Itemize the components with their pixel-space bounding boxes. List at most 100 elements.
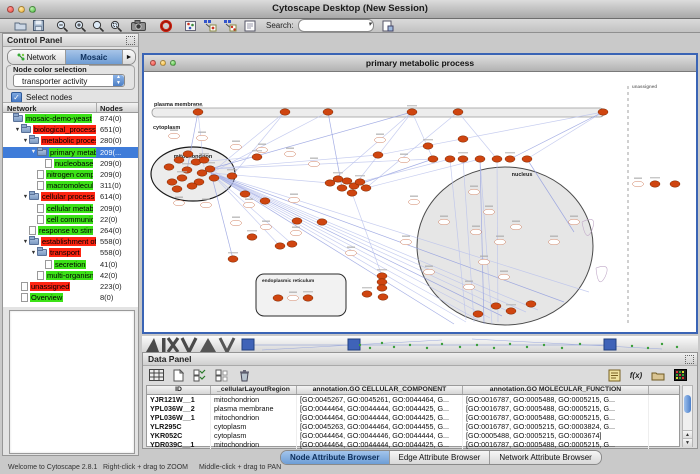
graph-node[interactable] bbox=[505, 156, 515, 162]
graph-node[interactable] bbox=[275, 243, 285, 249]
graph-node[interactable] bbox=[303, 295, 313, 301]
annotation-icon[interactable] bbox=[244, 19, 256, 32]
import-network-icon[interactable] bbox=[184, 19, 197, 32]
unselect-attributes-icon[interactable] bbox=[213, 368, 231, 383]
graph-node[interactable] bbox=[473, 311, 483, 317]
import-edge-attributes-icon[interactable] bbox=[223, 19, 237, 32]
tree-row[interactable]: mosaic-demo-yeast874(0) bbox=[3, 113, 138, 124]
network-canvas[interactable]: plasma membrane cytoplasm mitochondrion … bbox=[144, 72, 696, 332]
graph-node[interactable] bbox=[598, 109, 608, 115]
graph-node[interactable] bbox=[333, 176, 343, 182]
scroll-down-icon[interactable]: ▼ bbox=[683, 438, 692, 447]
birdseye-view[interactable] bbox=[9, 310, 135, 454]
graph-node[interactable] bbox=[362, 291, 372, 297]
tree-row[interactable]: ▼metabolic process280(0) bbox=[3, 135, 138, 146]
graph-node[interactable] bbox=[177, 175, 187, 181]
graph-node[interactable] bbox=[323, 109, 333, 115]
expand-arrow-icon[interactable]: ▼ bbox=[30, 149, 37, 155]
graph-node[interactable] bbox=[377, 273, 387, 279]
graph-node[interactable] bbox=[167, 179, 177, 185]
column-header[interactable]: ID bbox=[147, 386, 211, 394]
graph-node[interactable] bbox=[361, 185, 371, 191]
expand-arrow-icon[interactable]: ▼ bbox=[14, 127, 21, 133]
graph-node[interactable] bbox=[172, 186, 182, 192]
import-expression-matrix-icon[interactable] bbox=[382, 19, 394, 32]
table-row[interactable]: YDR039C__1mitochondrion[GO:0044464, GO:0… bbox=[147, 440, 679, 449]
expand-arrow-icon[interactable]: ▼ bbox=[22, 239, 29, 245]
scrollbar-thumb[interactable] bbox=[684, 395, 691, 413]
tab-network[interactable]: Network bbox=[8, 50, 66, 64]
graph-node[interactable] bbox=[347, 190, 357, 196]
tab-scroll-arrow-icon[interactable]: ► bbox=[123, 50, 135, 64]
graph-node[interactable] bbox=[453, 109, 463, 115]
snapshot-camera-icon[interactable] bbox=[131, 19, 146, 32]
import-attributes-icon[interactable] bbox=[649, 368, 667, 383]
tree-row[interactable]: cell communicat22(0) bbox=[3, 214, 138, 225]
graph-node[interactable] bbox=[337, 185, 347, 191]
graph-node[interactable] bbox=[526, 301, 536, 307]
expand-arrow-icon[interactable]: ▼ bbox=[30, 250, 37, 256]
zoom-fit-icon[interactable] bbox=[110, 19, 123, 32]
tree-row[interactable]: nitrogen compo209(0) bbox=[3, 169, 138, 180]
graph-node[interactable] bbox=[193, 109, 203, 115]
node-color-dropdown[interactable]: transporter activity ▲▼ bbox=[13, 74, 125, 87]
table-scrollbar[interactable]: ▲ ▼ bbox=[682, 385, 693, 447]
graph-node[interactable] bbox=[228, 256, 238, 262]
graph-node[interactable] bbox=[491, 303, 501, 309]
tree-row[interactable]: secretion41(0) bbox=[3, 258, 138, 269]
tree-row[interactable]: cellular metabo209(0) bbox=[3, 203, 138, 214]
graph-node[interactable] bbox=[209, 175, 219, 181]
tab-mosaic[interactable]: Mosaic bbox=[66, 50, 124, 64]
graph-node[interactable] bbox=[445, 156, 455, 162]
graph-node[interactable] bbox=[174, 157, 184, 163]
search-input[interactable]: ▾ bbox=[298, 19, 374, 32]
zoom-in-icon[interactable] bbox=[74, 19, 87, 32]
graph-node[interactable] bbox=[317, 219, 327, 225]
tree-row[interactable]: ▼establishment of lo558(0) bbox=[3, 236, 138, 247]
table-row[interactable]: YLR295Ccytoplasm[GO:0045263, GO:0044464,… bbox=[147, 422, 679, 431]
graph-node[interactable] bbox=[164, 164, 174, 170]
import-node-attributes-icon[interactable] bbox=[203, 19, 217, 32]
graph-node[interactable] bbox=[205, 166, 215, 172]
graph-node[interactable] bbox=[260, 198, 270, 204]
graph-node[interactable] bbox=[492, 156, 502, 162]
float-panel-icon[interactable] bbox=[126, 36, 135, 45]
float-panel-icon[interactable] bbox=[685, 355, 694, 364]
graph-node[interactable] bbox=[252, 154, 262, 160]
graph-node[interactable] bbox=[373, 152, 383, 158]
graph-node[interactable] bbox=[187, 183, 197, 189]
graph-node[interactable] bbox=[458, 136, 468, 142]
tree-row[interactable]: ▼biological_process651(0) bbox=[3, 124, 138, 135]
graph-node[interactable] bbox=[199, 157, 209, 163]
save-icon[interactable] bbox=[33, 19, 44, 32]
zoom-out-icon[interactable] bbox=[56, 19, 69, 32]
expression-matrix-icon[interactable] bbox=[671, 368, 689, 383]
tree-row[interactable]: multi-organism pro42(0) bbox=[3, 270, 138, 281]
graph-node[interactable] bbox=[273, 295, 283, 301]
search-dropdown-icon[interactable]: ▾ bbox=[368, 20, 372, 28]
tree-row[interactable]: ▼primary metabo209(... bbox=[3, 147, 138, 158]
attribute-selector-icon[interactable] bbox=[147, 368, 165, 383]
table-row[interactable]: YPL036W__1mitochondrion[GO:0044464, GO:0… bbox=[147, 413, 679, 422]
graph-node[interactable] bbox=[287, 241, 297, 247]
graph-node[interactable] bbox=[506, 308, 516, 314]
tree-row[interactable]: Overview8(0) bbox=[3, 292, 138, 303]
graph-node[interactable] bbox=[407, 109, 417, 115]
graph-node[interactable] bbox=[377, 285, 387, 291]
graph-node[interactable] bbox=[292, 218, 302, 224]
graph-node[interactable] bbox=[428, 156, 438, 162]
zoom-selected-region-icon[interactable] bbox=[92, 19, 105, 32]
graph-node[interactable] bbox=[475, 156, 485, 162]
network-view-titlebar[interactable]: primary metabolic process bbox=[144, 55, 696, 72]
expand-arrow-icon[interactable]: ▼ bbox=[22, 194, 29, 200]
graph-node[interactable] bbox=[227, 173, 237, 179]
graph-node[interactable] bbox=[240, 191, 250, 197]
tree-row[interactable]: ▼transport558(0) bbox=[3, 247, 138, 258]
tree-row[interactable]: nucleobase-209(0) bbox=[3, 158, 138, 169]
open-folder-icon[interactable] bbox=[14, 19, 27, 32]
graph-node[interactable] bbox=[355, 179, 365, 185]
expand-arrow-icon[interactable]: ▼ bbox=[22, 138, 29, 144]
graph-node[interactable] bbox=[280, 109, 290, 115]
delete-attribute-icon[interactable] bbox=[235, 368, 253, 383]
table-row[interactable]: YPL036W__2plasma membrane[GO:0044464, GO… bbox=[147, 404, 679, 413]
